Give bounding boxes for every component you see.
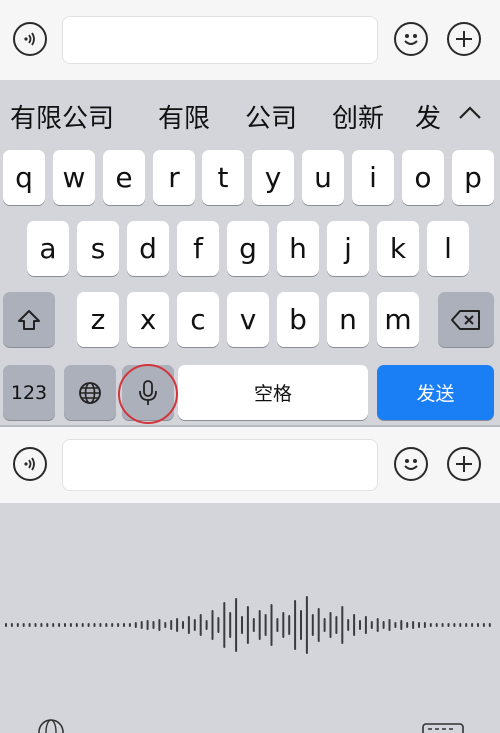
space-key[interactable]: 空格 [178,365,368,420]
candidate-word[interactable]: 公司 [245,98,297,135]
add-button[interactable] [447,447,481,481]
voice-input-panel [0,503,500,733]
add-button[interactable] [447,22,481,56]
candidate-word[interactable]: 有限 [158,98,210,135]
key-v[interactable]: v [227,292,269,347]
globe-key[interactable] [64,365,116,420]
candidate-bar: 有限公司 有限 公司 创新 发 [0,80,500,146]
voice-toggle-button[interactable] [13,447,47,481]
voice-wave-icon [24,457,35,471]
key-k[interactable]: k [377,221,419,276]
collapse-candidates-button[interactable] [450,94,490,134]
key-p[interactable]: p [452,150,494,205]
chat-input-bar [0,0,500,81]
globe-icon [79,381,101,404]
voice-toggle-button[interactable] [13,22,47,56]
plus-icon [456,456,472,472]
key-f[interactable]: f [177,221,219,276]
delete-key[interactable] [438,292,494,347]
smiley-icon [404,34,418,45]
audio-waveform-icon [5,596,491,654]
key-q[interactable]: q [3,150,45,205]
key-d[interactable]: d [127,221,169,276]
key-i[interactable]: i [352,150,394,205]
plus-icon [456,31,472,47]
key-y[interactable]: y [252,150,294,205]
shift-arrow-icon [18,309,40,330]
smiley-icon [404,459,418,470]
key-s[interactable]: s [77,221,119,276]
candidate-word[interactable]: 发 [415,98,441,135]
key-z[interactable]: z [77,292,119,347]
keyboard-switch-button[interactable] [422,723,464,733]
keyboard-icon [422,723,464,733]
key-x[interactable]: x [127,292,169,347]
voice-wave-icon [24,32,35,46]
key-u[interactable]: u [302,150,344,205]
key-w[interactable]: w [53,150,95,205]
emoji-button[interactable] [394,447,428,481]
microphone-highlight-circle [118,364,178,424]
globe-icon [38,719,64,733]
message-input[interactable] [62,16,378,64]
key-c[interactable]: c [177,292,219,347]
chat-input-bar-voice-mode [0,425,500,504]
globe-button[interactable] [36,717,66,733]
candidate-word[interactable]: 有限公司 [10,98,114,135]
key-m[interactable]: m [377,292,419,347]
key-g[interactable]: g [227,221,269,276]
chevron-up-icon [459,106,481,119]
key-b[interactable]: b [277,292,319,347]
shift-key[interactable] [3,292,55,347]
numbers-key[interactable]: 123 [3,365,55,420]
emoji-button[interactable] [394,22,428,56]
key-t[interactable]: t [202,150,244,205]
key-o[interactable]: o [402,150,444,205]
candidate-word[interactable]: 创新 [332,98,384,135]
key-e[interactable]: e [103,150,145,205]
backspace-icon [451,309,480,330]
send-key[interactable]: 发送 [377,365,494,420]
key-h[interactable]: h [277,221,319,276]
key-r[interactable]: r [153,150,195,205]
message-input[interactable] [62,439,378,491]
key-j[interactable]: j [327,221,369,276]
key-a[interactable]: a [27,221,69,276]
key-n[interactable]: n [327,292,369,347]
key-l[interactable]: l [427,221,469,276]
